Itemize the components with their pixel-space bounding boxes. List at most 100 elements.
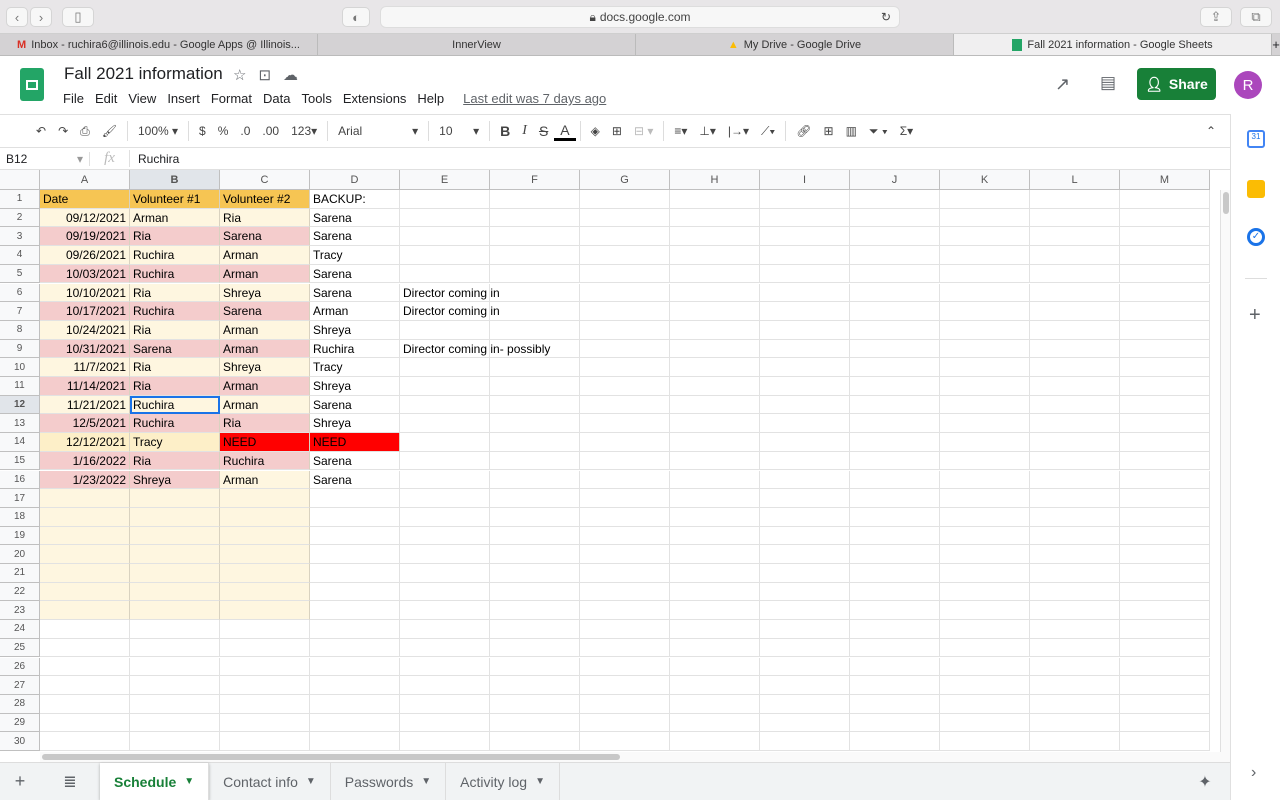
percent-button[interactable]: %	[212, 124, 235, 138]
cell-h16[interactable]	[670, 470, 760, 490]
cell-e2[interactable]	[400, 208, 490, 228]
cell-j10[interactable]	[850, 358, 940, 377]
browser-tab-gmail[interactable]: M Inbox - ruchira6@illinois.edu - Google …	[0, 34, 318, 55]
spreadsheet-grid[interactable]: A B C D E F G H I J K L M 1 Date Volunteer #1 Volunteer …	[0, 170, 1220, 752]
cell-b17[interactable]	[130, 489, 220, 508]
cell-l12[interactable]	[1030, 395, 1120, 415]
cell-m13[interactable]	[1120, 414, 1210, 434]
row-header-6[interactable]: 6	[0, 283, 40, 303]
cell-d26[interactable]	[310, 657, 400, 677]
row-header-4[interactable]: 4	[0, 246, 40, 265]
cell-d19[interactable]	[310, 526, 400, 546]
cell-c7[interactable]: Sarena	[220, 302, 310, 321]
strikethrough-button[interactable]: S	[533, 123, 554, 139]
cell-f29[interactable]	[490, 713, 580, 733]
cell-h4[interactable]	[670, 246, 760, 265]
cell-d9[interactable]: Ruchira	[310, 339, 400, 359]
cell-d2[interactable]: Sarena	[310, 208, 400, 228]
cell-b30[interactable]	[130, 732, 220, 751]
cell-a23[interactable]	[40, 601, 130, 621]
cell-j22[interactable]	[850, 582, 940, 602]
menu-help[interactable]: Help	[417, 91, 444, 106]
cell-d21[interactable]	[310, 564, 400, 583]
cell-d1[interactable]: BACKUP:	[310, 190, 400, 209]
cell-f30[interactable]	[490, 732, 580, 751]
cell-i24[interactable]	[760, 620, 850, 639]
cell-h10[interactable]	[670, 358, 760, 377]
cell-d30[interactable]	[310, 732, 400, 751]
cell-e27[interactable]	[400, 676, 490, 695]
cell-f12[interactable]	[490, 395, 580, 415]
cell-d27[interactable]	[310, 676, 400, 695]
font-size-select[interactable]: 10 ▾	[433, 124, 485, 138]
cell-f15[interactable]	[490, 451, 580, 471]
cell-k21[interactable]	[940, 564, 1030, 583]
cell-l14[interactable]	[1030, 433, 1120, 452]
cell-l2[interactable]	[1030, 208, 1120, 228]
cell-m23[interactable]	[1120, 601, 1210, 621]
cell-c8[interactable]: Arman	[220, 320, 310, 340]
cell-f14[interactable]	[490, 433, 580, 452]
cell-m22[interactable]	[1120, 582, 1210, 602]
row-header-25[interactable]: 25	[0, 638, 40, 658]
cell-h29[interactable]	[670, 713, 760, 733]
cell-h3[interactable]	[670, 227, 760, 247]
cell-i8[interactable]	[760, 320, 850, 340]
cell-g15[interactable]	[580, 451, 670, 471]
name-box[interactable]: B12 ▾	[0, 151, 90, 166]
cell-e21[interactable]	[400, 564, 490, 583]
cell-j4[interactable]	[850, 246, 940, 265]
cell-g7[interactable]	[580, 302, 670, 321]
cell-c29[interactable]	[220, 713, 310, 733]
cell-a30[interactable]	[40, 732, 130, 751]
row-header-18[interactable]: 18	[0, 507, 40, 527]
cell-f11[interactable]	[490, 377, 580, 396]
share-page-icon[interactable]: ⇪	[1200, 7, 1232, 27]
cell-h30[interactable]	[670, 732, 760, 751]
cell-m26[interactable]	[1120, 657, 1210, 677]
cell-i10[interactable]	[760, 358, 850, 377]
cell-h11[interactable]	[670, 377, 760, 396]
cell-j15[interactable]	[850, 451, 940, 471]
cell-c6[interactable]: Shreya	[220, 283, 310, 303]
row-header-17[interactable]: 17	[0, 489, 40, 508]
cell-j3[interactable]	[850, 227, 940, 247]
chevron-down-icon[interactable]: ▼	[306, 776, 316, 787]
cell-i5[interactable]	[760, 264, 850, 284]
row-header-24[interactable]: 24	[0, 620, 40, 639]
share-button[interactable]: 👤︎ Share	[1137, 68, 1216, 100]
cell-h24[interactable]	[670, 620, 760, 639]
cell-d24[interactable]	[310, 620, 400, 639]
cell-e3[interactable]	[400, 227, 490, 247]
cell-b2[interactable]: Arman	[130, 208, 220, 228]
borders-icon[interactable]: ⊞	[606, 124, 628, 138]
cell-f21[interactable]	[490, 564, 580, 583]
cell-i19[interactable]	[760, 526, 850, 546]
cell-j5[interactable]	[850, 264, 940, 284]
cell-e26[interactable]	[400, 657, 490, 677]
cell-l22[interactable]	[1030, 582, 1120, 602]
cell-h7[interactable]	[670, 302, 760, 321]
cell-j17[interactable]	[850, 489, 940, 508]
cell-b23[interactable]	[130, 601, 220, 621]
cell-l7[interactable]	[1030, 302, 1120, 321]
cell-k14[interactable]	[940, 433, 1030, 452]
cell-b5[interactable]: Ruchira	[130, 264, 220, 284]
cell-k25[interactable]	[940, 638, 1030, 658]
row-header-20[interactable]: 20	[0, 545, 40, 564]
collapse-menus-icon[interactable]: ⌃	[1200, 124, 1222, 138]
cell-m9[interactable]	[1120, 339, 1210, 359]
cell-e11[interactable]	[400, 377, 490, 396]
cell-k5[interactable]	[940, 264, 1030, 284]
cell-f2[interactable]	[490, 208, 580, 228]
cell-d13[interactable]: Shreya	[310, 414, 400, 434]
row-header-9[interactable]: 9	[0, 339, 40, 359]
column-header-a[interactable]: A	[40, 170, 130, 190]
cell-m1[interactable]	[1120, 190, 1210, 209]
horizontal-align-icon[interactable]: ≡▾	[668, 124, 693, 138]
cell-l15[interactable]	[1030, 451, 1120, 471]
text-rotation-icon[interactable]: ⟋▾	[755, 124, 781, 139]
cell-b19[interactable]	[130, 526, 220, 546]
cell-a28[interactable]	[40, 694, 130, 714]
cell-g25[interactable]	[580, 638, 670, 658]
